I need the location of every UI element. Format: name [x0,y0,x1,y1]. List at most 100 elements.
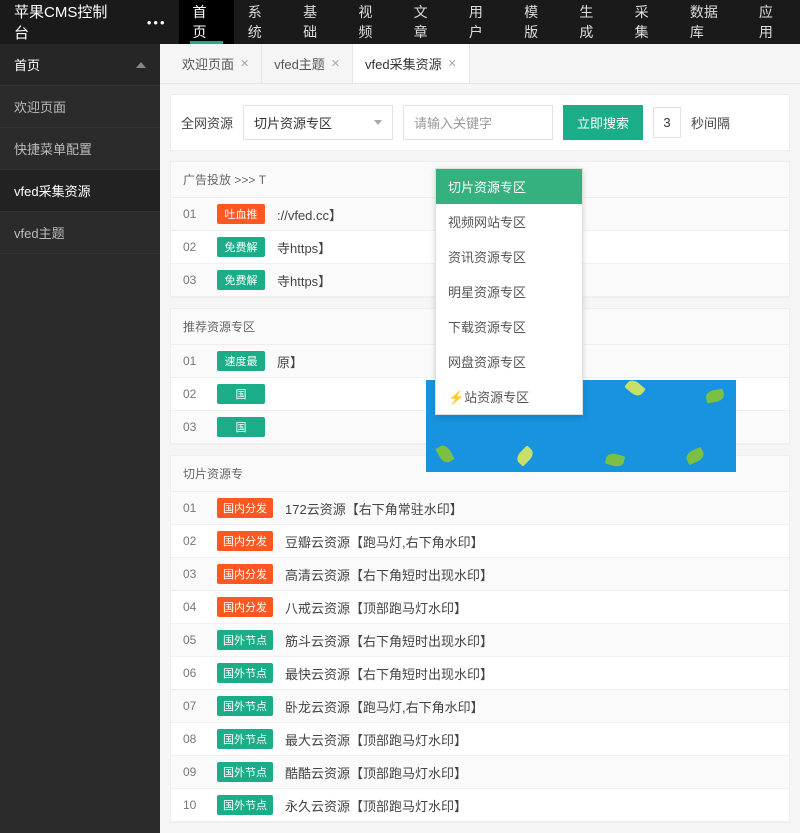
row-index: 02 [183,240,205,254]
status-badge: 国内分发 [217,531,273,551]
chevron-down-icon [374,120,382,125]
row-index: 03 [183,273,205,287]
sidebar-head-label: 首页 [14,55,40,74]
dropdown-option-1[interactable]: 视频网站专区 [436,204,582,239]
row-index: 07 [183,699,205,713]
row-desc: 最大云资源【顶部跑马灯水印】 [285,730,467,749]
nav-item-8[interactable]: 采集 [621,0,676,44]
close-icon[interactable]: ✕ [331,57,340,70]
tab-0[interactable]: 欢迎页面✕ [170,44,262,83]
nav-item-1[interactable]: 系统 [234,0,289,44]
tab-1[interactable]: vfed主题 ✕ [262,44,353,83]
close-icon[interactable]: ✕ [448,57,457,70]
select-value: 切片资源专区 [254,113,332,132]
status-badge: 国 [217,417,265,437]
sidebar-item-1[interactable]: 快捷菜单配置 [0,128,160,170]
toolbar: 全网资源 切片资源专区 请输入关键字 立即搜索 3 秒间隔 [170,94,790,151]
close-icon[interactable]: ✕ [240,57,249,70]
nav-item-3[interactable]: 视频 [344,0,399,44]
nav-item-6[interactable]: 模版 [510,0,565,44]
table-row[interactable]: 06国外节点最快云资源【右下角短时出现水印】 [171,657,789,690]
status-badge: 国外节点 [217,729,273,749]
table-row[interactable]: 01国内分发172云资源【右下角常驻水印】 [171,492,789,525]
status-badge: 国外节点 [217,696,273,716]
sidebar-item-0[interactable]: 欢迎页面 [0,86,160,128]
status-badge: 免费解 [217,270,265,290]
table-row[interactable]: 02 国内分发豆瓣云资源【跑马灯,右下角水印】 [171,525,789,558]
toolbar-label: 全网资源 [181,113,233,132]
brand-title: 苹果CMS控制台 [0,1,135,43]
row-index: 01 [183,354,205,368]
nav-item-2[interactable]: 基础 [289,0,344,44]
sidebar-item-3[interactable]: vfed主题 [0,212,160,254]
keyword-input[interactable]: 请输入关键字 [403,105,553,140]
row-index: 03 [183,567,205,581]
row-index: 02 [183,387,205,401]
dropdown-option-4[interactable]: 下载资源专区 [436,309,582,344]
nav-item-9[interactable]: 数据库 [676,0,745,44]
nav-item-0[interactable]: 首页 [179,0,234,44]
table-row[interactable]: 07 国外节点卧龙云资源【跑马灯,右下角水印】 [171,690,789,723]
dropdown-option-6[interactable]: ⚡站资源专区 [436,379,582,414]
status-badge: 吐血推 [217,204,265,224]
tab-2[interactable]: vfed采集资源✕ [353,44,470,83]
row-desc: 寺https】 [277,238,331,257]
status-badge: 国外节点 [217,762,273,782]
more-icon[interactable]: ••• [135,15,179,30]
interval-unit: 秒间隔 [691,113,730,132]
row-desc: ://vfed.cc】 [277,205,342,224]
status-badge: 国外节点 [217,630,273,650]
row-index: 05 [183,633,205,647]
resource-select[interactable]: 切片资源专区 [243,105,393,140]
table-row[interactable]: 09国外节点酷酷云资源【顶部跑马灯水印】 [171,756,789,789]
dropdown-option-2[interactable]: 资讯资源专区 [436,239,582,274]
row-desc: 原】 [277,352,303,371]
collapse-icon [136,62,146,68]
status-badge: 国外节点 [217,795,273,815]
top-nav: 首页系统基础视频文章用户模版生成采集数据库应用 [179,0,800,44]
nav-item-5[interactable]: 用户 [455,0,510,44]
sidebar-item-2[interactable]: vfed采集资源 [0,170,160,212]
row-index: 03 [183,420,205,434]
resource-dropdown: 切片资源专区视频网站专区资讯资源专区明星资源专区下载资源专区网盘资源专区⚡站资源… [435,168,583,415]
table-row[interactable]: 04 国内分发八戒云资源【顶部跑马灯水印】 [171,591,789,624]
table-row[interactable]: 10国外节点永久云资源【顶部跑马灯水印】 [171,789,789,822]
table-row[interactable]: 08 国外节点最大云资源【顶部跑马灯水印】 [171,723,789,756]
row-desc: 高清云资源【右下角短时出现水印】 [285,565,493,584]
row-desc: 172云资源【右下角常驻水印】 [285,499,463,518]
row-desc: 八戒云资源【顶部跑马灯水印】 [285,598,467,617]
status-badge: 国内分发 [217,597,273,617]
sidebar-head[interactable]: 首页 [0,44,160,86]
row-index: 10 [183,798,205,812]
row-desc: 筋斗云资源【右下角短时出现水印】 [285,631,493,650]
row-index: 06 [183,666,205,680]
dropdown-option-3[interactable]: 明星资源专区 [436,274,582,309]
sidebar: 首页 欢迎页面快捷菜单配置vfed采集资源vfed主题 [0,44,160,833]
status-badge: 国 [217,384,265,404]
top-bar: 苹果CMS控制台 ••• 首页系统基础视频文章用户模版生成采集数据库应用 [0,0,800,44]
status-badge: 国内分发 [217,498,273,518]
nav-item-4[interactable]: 文章 [400,0,455,44]
row-index: 08 [183,732,205,746]
panel-2: 切片资源专01国内分发172云资源【右下角常驻水印】02国内分发豆瓣云资源【跑马… [170,455,790,823]
row-desc: 寺https】 [277,271,331,290]
dropdown-option-0[interactable]: 切片资源专区 [436,169,582,204]
interval-input[interactable]: 3 [653,107,681,138]
status-badge: 国外节点 [217,663,273,683]
table-row[interactable]: 05 国外节点筋斗云资源【右下角短时出现水印】 [171,624,789,657]
tab-bar: 欢迎页面✕vfed主题✕vfed采集资源✕ [160,44,800,84]
tab-label: vfed主题 [274,54,325,73]
table-row[interactable]: 03国内分发高清云资源【右下角短时出现水印】 [171,558,789,591]
row-index: 02 [183,534,205,548]
status-badge: 免费解 [217,237,265,257]
dropdown-option-5[interactable]: 网盘资源专区 [436,344,582,379]
row-desc: 酷酷云资源【顶部跑马灯水印】 [285,763,467,782]
main-area: 欢迎页面✕vfed主题✕vfed采集资源✕ 全网资源 切片资源专区 请输入关键字… [160,44,800,833]
nav-item-10[interactable]: 应用 [745,0,800,44]
search-button[interactable]: 立即搜索 [563,105,643,140]
row-desc: 豆瓣云资源【跑马灯,右下角水印】 [285,532,484,551]
row-desc: 卧龙云资源【跑马灯,右下角水印】 [285,697,484,716]
row-index: 01 [183,207,205,221]
row-index: 04 [183,600,205,614]
nav-item-7[interactable]: 生成 [565,0,620,44]
